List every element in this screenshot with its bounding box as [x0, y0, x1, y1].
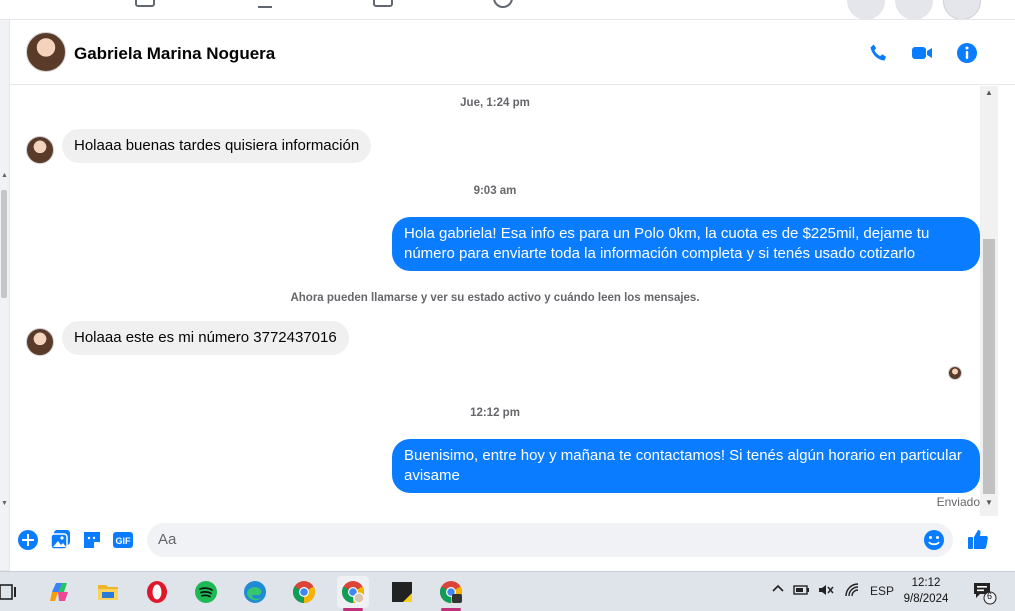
system-notice: Ahora pueden llamarse y ver su estado ac… [290, 292, 700, 304]
notification-center-icon[interactable]: 6 [972, 581, 998, 605]
outgoing-message[interactable]: Hola gabriela! Esa info es para un Polo … [392, 217, 980, 271]
spotify-icon[interactable] [190, 576, 222, 608]
message-input[interactable]: Aa [147, 523, 953, 557]
message-list[interactable]: Jue, 1:24 pm Holaaa buenas tardes quisie… [10, 86, 1015, 516]
message-timestamp: 9:03 am [473, 185, 517, 197]
video-camera-icon[interactable] [910, 41, 934, 65]
clock[interactable]: 12:12 9/8/2024 [896, 575, 956, 607]
message-input-placeholder: Aa [158, 531, 177, 548]
edge-icon[interactable] [239, 576, 271, 608]
chrome-profile-icon[interactable] [337, 576, 369, 611]
sent-status: Enviado [936, 495, 980, 509]
scroll-up-arrow-icon[interactable]: ▲ [985, 88, 993, 97]
clock-date: 9/8/2024 [903, 593, 949, 605]
nav-groups-icon[interactable] [492, 0, 514, 10]
scroll-up-arrow-icon[interactable]: ▲ [1, 172, 8, 179]
nav-marketplace-icon[interactable] [372, 0, 394, 10]
clock-time: 12:12 [911, 577, 941, 589]
notifications-icon[interactable] [895, 0, 933, 19]
contact-avatar-small[interactable] [26, 328, 54, 356]
windows-taskbar: ESP 12:12 9/8/2024 6 [0, 571, 1015, 611]
scrollbar-thumb[interactable] [1, 190, 7, 298]
message-scrollbar[interactable]: ▲ ▼ [980, 86, 998, 516]
scroll-down-arrow-icon[interactable]: ▼ [985, 498, 993, 507]
copilot-icon[interactable] [44, 576, 76, 608]
menu-icon[interactable] [847, 0, 885, 19]
nav-home-icon[interactable] [134, 0, 156, 10]
file-explorer-icon[interactable] [92, 576, 124, 608]
battery-icon[interactable] [793, 583, 811, 600]
emoji-icon[interactable] [923, 529, 945, 551]
screen: ▲ ▼ Gabriela Marina Noguera Jue, 1:24 pm… [0, 0, 1015, 611]
contact-avatar[interactable] [26, 32, 66, 72]
top-nav-strip [0, 0, 1015, 20]
sticker-icon[interactable] [81, 529, 103, 551]
gif-label: GIF [116, 536, 132, 546]
scrollbar-thumb[interactable] [983, 239, 995, 494]
info-icon[interactable] [955, 41, 979, 65]
left-scrollbar[interactable]: ▲ ▼ [0, 20, 9, 570]
scroll-down-arrow-icon[interactable]: ▼ [1, 500, 8, 507]
profile-avatar[interactable] [943, 0, 981, 19]
message-composer: GIF Aa [10, 517, 1015, 571]
notification-count-badge: 6 [987, 591, 993, 601]
task-view-icon[interactable] [0, 576, 24, 608]
gif-icon[interactable]: GIF [112, 529, 134, 551]
message-timestamp: Jue, 1:24 pm [460, 97, 530, 109]
chrome-profile-2-icon[interactable] [435, 576, 467, 611]
phone-icon[interactable] [867, 41, 891, 65]
chevron-up-icon[interactable] [772, 581, 784, 598]
contact-avatar-small[interactable] [26, 136, 54, 164]
language-indicator[interactable]: ESP [870, 584, 894, 598]
outgoing-message[interactable]: Buenisimo, entre hoy y mañana te contact… [392, 439, 980, 493]
volume-muted-icon[interactable] [818, 583, 834, 600]
plus-icon[interactable] [17, 529, 39, 551]
thumbs-up-icon[interactable] [966, 527, 988, 549]
chat-window: Gabriela Marina Noguera Jue, 1:24 pm Hol… [9, 20, 1015, 571]
nav-video-icon[interactable] [254, 0, 276, 10]
wifi-icon[interactable] [844, 583, 860, 600]
image-icon[interactable] [50, 529, 72, 551]
chrome-icon[interactable] [288, 576, 320, 608]
sticky-notes-icon[interactable] [386, 576, 418, 608]
incoming-message[interactable]: Holaaa buenas tardes quisiera informació… [62, 129, 372, 163]
contact-name[interactable]: Gabriela Marina Noguera [74, 44, 275, 64]
chat-header: Gabriela Marina Noguera [10, 20, 1015, 85]
message-timestamp: 12:12 pm [470, 407, 520, 419]
incoming-message[interactable]: Holaaa este es mi número 3772437016 [62, 321, 349, 355]
opera-icon[interactable] [141, 576, 173, 608]
seen-avatar-icon [948, 366, 962, 380]
